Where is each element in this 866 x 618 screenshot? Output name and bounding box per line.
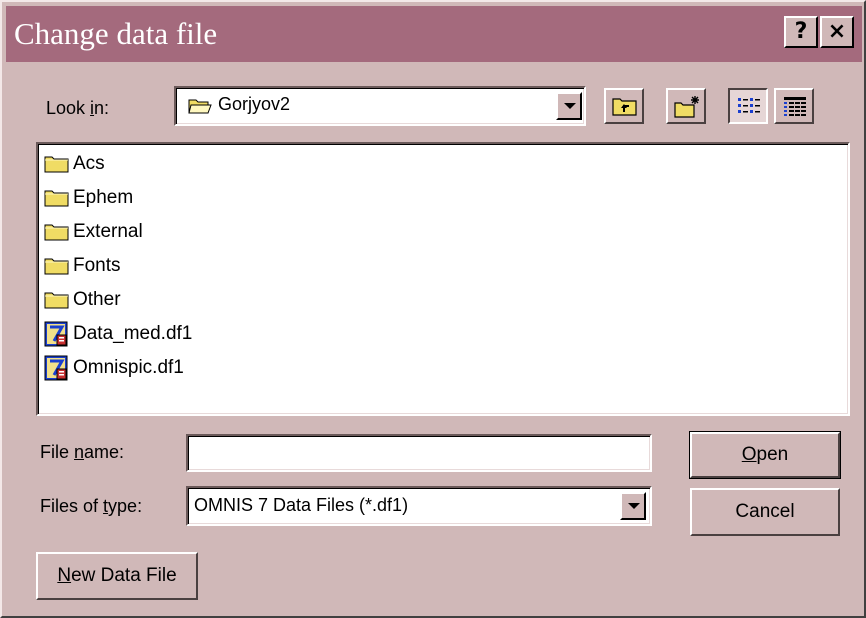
create-new-folder-icon <box>674 96 699 118</box>
look-in-combobox[interactable]: Gorjyov2 <box>174 86 586 126</box>
omnis-data-file-icon <box>44 355 68 381</box>
chevron-down-icon <box>564 103 576 109</box>
file-name-text: Data_med.df1 <box>73 323 193 344</box>
details-view-button[interactable] <box>774 88 814 124</box>
list-item-folder[interactable]: Fonts <box>44 250 121 282</box>
look-in-label-suffix: n: <box>94 98 110 118</box>
file-name-text: Ephem <box>73 187 134 208</box>
list-item-folder[interactable]: External <box>44 216 143 248</box>
file-type-label: Files of type: <box>40 496 142 517</box>
title-bar[interactable]: Change data file ? × <box>6 6 862 62</box>
list-item-folder[interactable]: Ephem <box>44 182 133 214</box>
list-item-datafile[interactable]: Data_med.df1 <box>44 318 192 350</box>
new-data-file-button[interactable]: New Data File <box>36 552 198 600</box>
new-data-file-button-label: ew Data File <box>71 565 177 586</box>
folder-icon <box>44 258 69 275</box>
list-item-datafile[interactable]: Omnispic.df1 <box>44 352 184 384</box>
look-in-label-prefix: Look <box>46 98 91 118</box>
dialog-title: Change data file <box>14 16 218 51</box>
help-button[interactable]: ? <box>784 16 818 48</box>
up-one-level-button[interactable] <box>604 88 644 124</box>
file-name-text: External <box>73 221 143 242</box>
folder-icon <box>44 190 69 207</box>
list-item-folder[interactable]: Other <box>44 284 121 316</box>
file-name-text: Other <box>73 289 121 310</box>
file-name-label-prefix: File <box>40 442 75 462</box>
list-view-icon <box>738 98 760 113</box>
open-button-label: pen <box>756 444 789 465</box>
file-name-text: Omnispic.df1 <box>73 357 184 378</box>
open-button-accel: O <box>741 444 757 465</box>
omnis-data-file-icon <box>44 321 68 347</box>
file-name-input[interactable] <box>186 434 652 472</box>
file-type-label-suffix: ype: <box>108 496 143 516</box>
up-one-level-icon <box>612 98 637 116</box>
open-button[interactable]: Open <box>689 431 841 479</box>
file-name-label: File name: <box>40 442 124 463</box>
file-name-text: Acs <box>73 153 105 174</box>
file-name-label-accel: n <box>74 442 85 462</box>
new-data-file-button-accel: N <box>57 565 72 586</box>
folder-icon <box>44 156 69 173</box>
details-view-icon <box>784 97 806 117</box>
close-button[interactable]: × <box>820 16 854 48</box>
create-new-folder-button[interactable] <box>666 88 706 124</box>
cancel-button[interactable]: Cancel <box>690 488 840 536</box>
look-in-label: Look in: <box>46 98 109 119</box>
list-view-button[interactable] <box>728 88 768 124</box>
file-type-value: OMNIS 7 Data Files (*.df1) <box>194 495 409 515</box>
folder-icon <box>44 292 69 309</box>
folder-icon <box>44 224 69 241</box>
file-name-label-suffix: ame: <box>84 442 125 462</box>
file-name-text: Fonts <box>73 255 121 276</box>
file-type-label-prefix: Files of <box>40 496 104 516</box>
look-in-value: Gorjyov2 <box>218 94 291 114</box>
chevron-down-icon <box>628 503 640 509</box>
look-in-dropdown-button[interactable] <box>556 92 582 120</box>
file-type-combobox[interactable]: OMNIS 7 Data Files (*.df1) <box>186 486 652 526</box>
file-type-dropdown-button[interactable] <box>620 492 646 520</box>
open-folder-icon <box>188 99 212 114</box>
change-data-file-dialog: Change data file ? × Look in: Gorjyov2 A… <box>0 0 866 618</box>
file-list[interactable]: Acs Ephem External Fonts Other Data_med.… <box>36 142 850 416</box>
list-item-folder[interactable]: Acs <box>44 148 105 180</box>
